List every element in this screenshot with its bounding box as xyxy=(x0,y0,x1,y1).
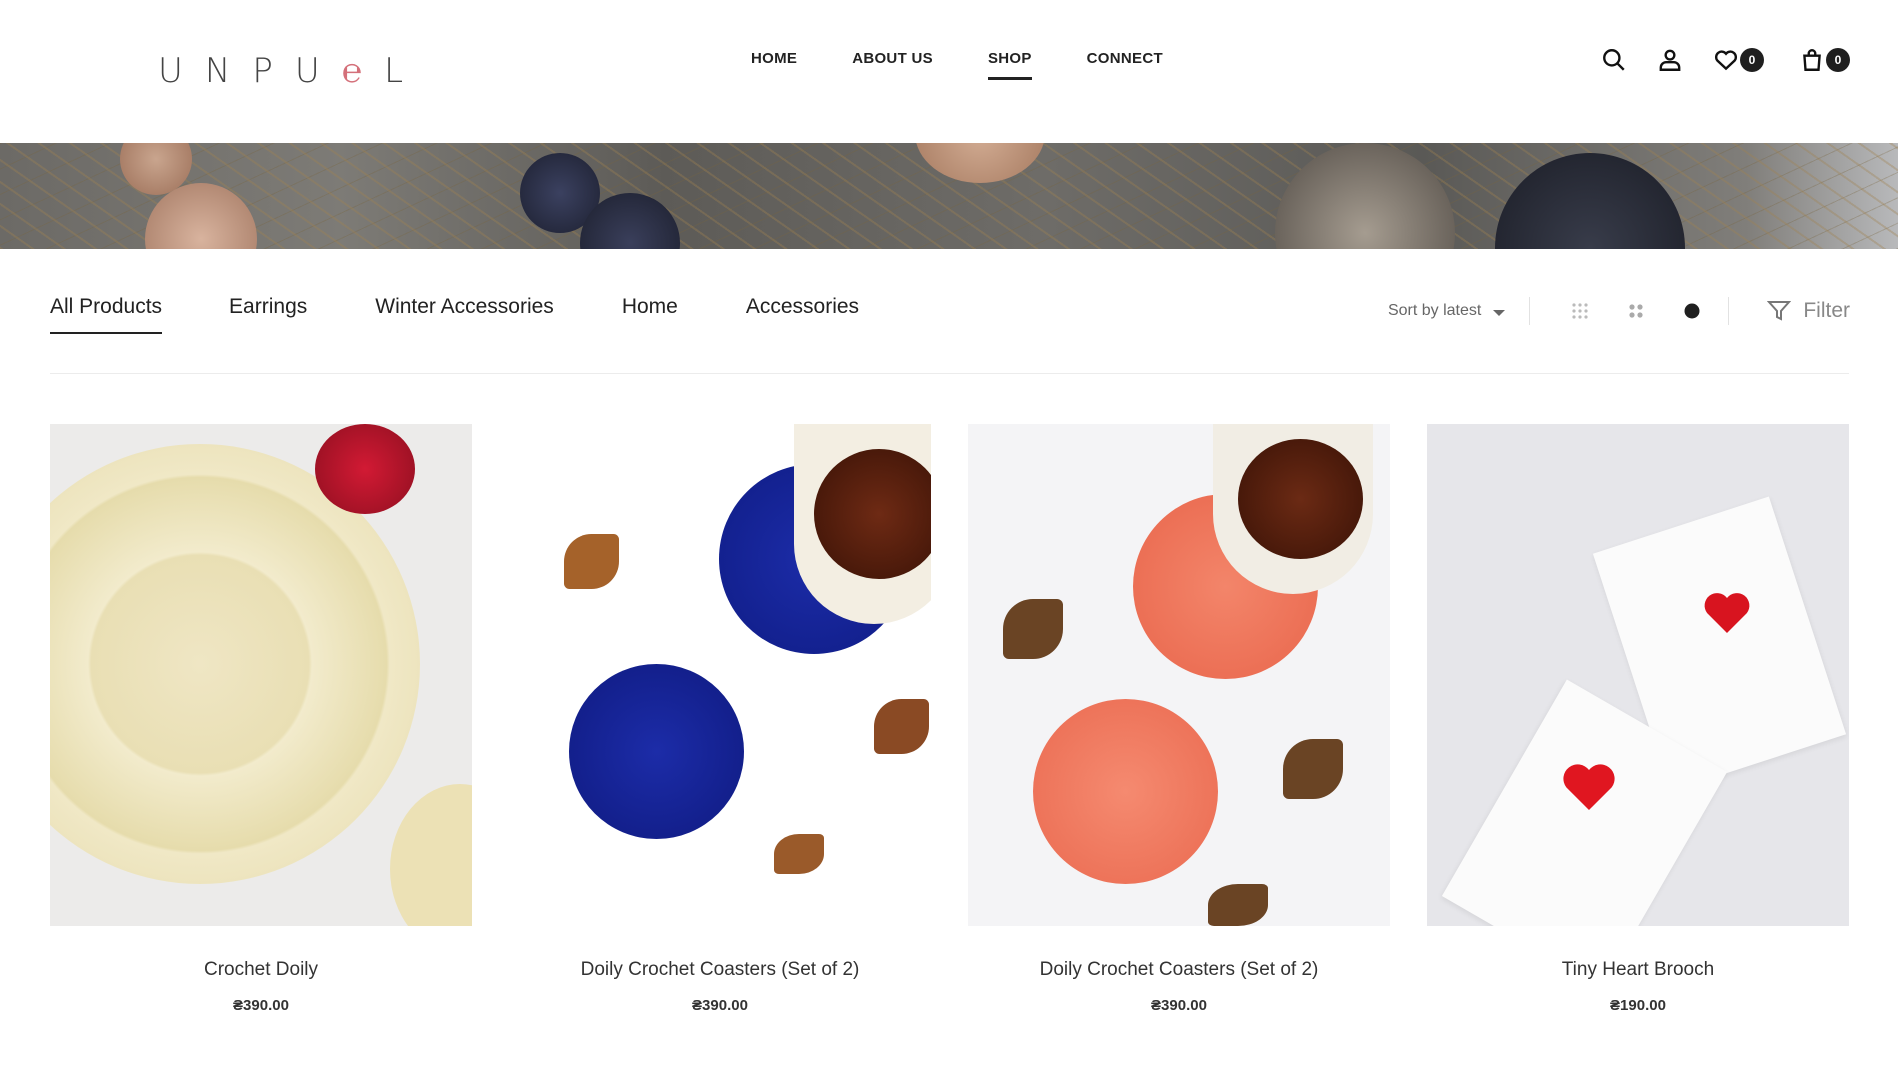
filter-button[interactable]: Filter xyxy=(1767,299,1850,323)
tab-accessories[interactable]: Accessories xyxy=(746,295,859,335)
bag-icon[interactable]: 0 xyxy=(1798,46,1850,74)
product-image[interactable] xyxy=(1427,424,1849,926)
leaf-shape xyxy=(1003,599,1063,659)
nav-home[interactable]: HOME xyxy=(751,50,797,82)
grid-4-columns-icon[interactable] xyxy=(1568,299,1592,323)
tab-home[interactable]: Home xyxy=(622,295,678,335)
chevron-down-icon xyxy=(1493,309,1506,316)
product-card[interactable]: Doily Crochet Coasters (Set of 2) ₴390.0… xyxy=(968,424,1390,1014)
site-header: UNPU ℮ L HOME ABOUT US SHOP CONNECT 0 0 xyxy=(0,0,1902,143)
flower-shape xyxy=(315,424,415,514)
leaf-shape xyxy=(1208,884,1268,926)
leaf-shape xyxy=(1283,739,1343,799)
product-price: ₴190.00 xyxy=(1610,997,1666,1014)
tab-earrings[interactable]: Earrings xyxy=(229,295,307,335)
leaf-shape xyxy=(874,699,929,754)
filter-icon xyxy=(1767,301,1792,321)
doily-shape xyxy=(390,784,472,926)
product-price: ₴390.00 xyxy=(1151,997,1207,1014)
product-name[interactable]: Doily Crochet Coasters (Set of 2) xyxy=(968,959,1390,983)
product-image[interactable] xyxy=(509,424,931,926)
product-card[interactable]: Tiny Heart Brooch ₴190.00 xyxy=(1427,424,1849,1014)
sort-label: Sort by latest xyxy=(1387,302,1482,319)
heart-icon[interactable]: 0 xyxy=(1712,46,1764,74)
nav-shop[interactable]: SHOP xyxy=(987,50,1032,82)
category-tabs: All Products Earrings Winter Accessories… xyxy=(50,295,859,335)
leaf-shape xyxy=(564,534,619,589)
header-icons: 0 0 xyxy=(1600,46,1850,74)
logo-text-end: L xyxy=(384,51,426,91)
product-image[interactable] xyxy=(968,424,1390,926)
grid-2-columns-icon[interactable] xyxy=(1624,299,1648,323)
product-card[interactable]: Doily Crochet Coasters (Set of 2) ₴390.0… xyxy=(509,424,931,1014)
product-price: ₴390.00 xyxy=(692,997,748,1014)
divider xyxy=(1529,297,1531,325)
wishlist-count-badge: 0 xyxy=(1740,48,1764,72)
tab-winter-accessories[interactable]: Winter Accessories xyxy=(375,295,554,335)
heart-brooch-icon xyxy=(1699,584,1755,640)
nav-connect[interactable]: CONNECT xyxy=(1087,50,1163,82)
cart-count-badge: 0 xyxy=(1826,48,1850,72)
divider xyxy=(50,373,1849,374)
main-nav: HOME ABOUT US SHOP CONNECT xyxy=(751,50,1163,82)
product-price: ₴390.00 xyxy=(233,997,289,1014)
tab-all-products[interactable]: All Products xyxy=(50,295,163,335)
search-icon[interactable] xyxy=(1600,46,1628,74)
coaster-shape xyxy=(569,664,744,839)
product-image[interactable] xyxy=(50,424,472,926)
product-name[interactable]: Crochet Doily xyxy=(50,959,472,983)
product-card[interactable]: Crochet Doily ₴390.00 xyxy=(50,424,472,1014)
shop-banner xyxy=(0,143,1898,249)
tea-shape xyxy=(1238,439,1363,559)
nav-about-us[interactable]: ABOUT US xyxy=(852,50,933,82)
logo-text-start: UNPU xyxy=(158,51,342,91)
product-name[interactable]: Tiny Heart Brooch xyxy=(1427,959,1849,983)
sort-dropdown[interactable]: Sort by latest xyxy=(1387,302,1506,320)
list-view-icon[interactable] xyxy=(1680,299,1704,323)
shop-toolbar: Sort by latest Filter xyxy=(1388,296,1850,326)
brand-logo[interactable]: UNPU ℮ L xyxy=(158,50,425,92)
product-name[interactable]: Doily Crochet Coasters (Set of 2) xyxy=(509,959,931,983)
filter-label: Filter xyxy=(1803,299,1850,322)
heart-brooch-icon xyxy=(1557,754,1621,818)
user-icon[interactable] xyxy=(1656,46,1684,74)
leaf-shape xyxy=(774,834,824,874)
logo-loop: ℮ xyxy=(341,51,385,91)
coaster-shape xyxy=(1033,699,1218,884)
divider xyxy=(1728,297,1730,325)
